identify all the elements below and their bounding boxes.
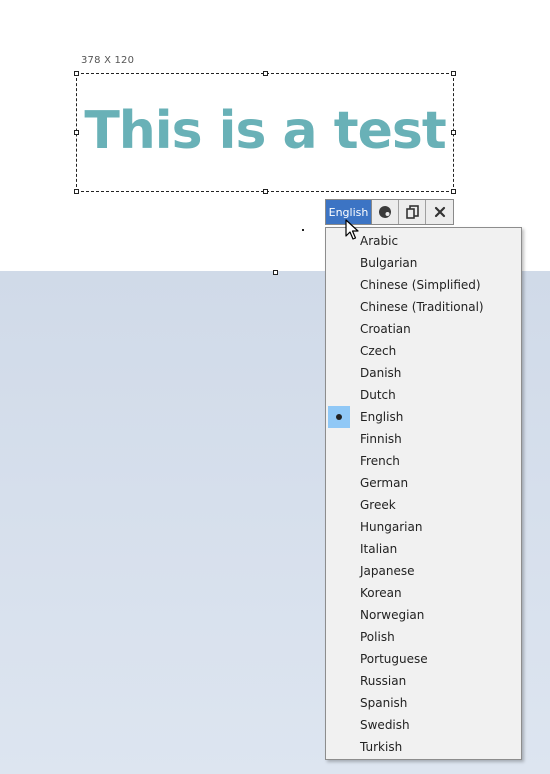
language-label: Japanese [360,564,415,578]
selection-indicator [328,384,350,406]
resize-handle-top-right[interactable] [451,71,456,76]
language-label: Russian [360,674,407,688]
selection-indicator [328,692,350,714]
language-menu-item[interactable]: Czech [326,340,521,362]
language-label: Polish [360,630,395,644]
language-label: Portuguese [360,652,428,666]
language-menu-item[interactable]: Croatian [326,318,521,340]
selection-indicator [328,494,350,516]
language-label: Danish [360,366,402,380]
language-label: Bulgarian [360,256,418,270]
selection-indicator [328,318,350,340]
language-label: Hungarian [360,520,423,534]
language-menu-item[interactable]: Bulgarian [326,252,521,274]
language-label: Croatian [360,322,411,336]
language-menu-item[interactable]: Japanese [326,560,521,582]
selection-indicator [328,736,350,758]
language-menu-item[interactable]: Danish [326,362,521,384]
language-menu-item[interactable]: Turkish [326,736,521,758]
language-label: Finnish [360,432,402,446]
language-label: English [360,410,404,424]
language-label: German [360,476,409,490]
resize-handle-bottom-right[interactable] [451,189,456,194]
selection-indicator [328,582,350,604]
language-label: Italian [360,542,398,556]
language-label: Spanish [360,696,408,710]
resize-handle-bottom-left[interactable] [74,189,79,194]
text-element[interactable]: This is a test [76,96,454,166]
language-label: Dutch [360,388,396,402]
language-menu-item[interactable]: German [326,472,521,494]
bullet-icon [336,414,342,420]
palette-icon [379,206,391,218]
language-label: Chinese (Traditional) [360,300,484,314]
language-menu-item[interactable]: Spanish [326,692,521,714]
language-label: Arabic [360,234,399,248]
canvas-resize-handle[interactable] [273,270,278,275]
language-menu-item[interactable]: Portuguese [326,648,521,670]
language-menu-item[interactable]: English [326,406,521,428]
selection-indicator [328,714,350,736]
selection-indicator [328,538,350,560]
language-menu-item[interactable]: Norwegian [326,604,521,626]
language-label: French [360,454,400,468]
language-menu-item[interactable]: Polish [326,626,521,648]
selection-indicator [328,252,350,274]
language-label: Greek [360,498,396,512]
copy-icon [405,205,419,219]
language-menu-item[interactable]: Swedish [326,714,521,736]
selection-indicator [328,450,350,472]
language-label: Turkish [360,740,403,754]
selection-indicator [328,340,350,362]
language-menu-item[interactable]: French [326,450,521,472]
language-label: Korean [360,586,402,600]
language-label: Czech [360,344,397,358]
resize-handle-top[interactable] [263,71,268,76]
language-menu-item[interactable]: Dutch [326,384,521,406]
language-label: Chinese (Simplified) [360,278,481,292]
language-label: Swedish [360,718,410,732]
language-menu-item[interactable]: Italian [326,538,521,560]
selection-indicator [328,296,350,318]
language-dropdown-menu: Arabic Bulgarian Chinese (Simplified) Chine… [325,227,522,760]
duplicate-button[interactable] [399,200,426,224]
language-menu-item[interactable]: Greek [326,494,521,516]
language-menu-item[interactable]: Chinese (Simplified) [326,274,521,296]
anchor-dot [302,229,304,231]
resize-handle-bottom[interactable] [263,189,268,194]
language-menu-item[interactable]: Hungarian [326,516,521,538]
delete-button[interactable] [426,200,453,224]
size-label: 378 X 120 [81,55,135,66]
language-label: Norwegian [360,608,425,622]
selection-indicator [328,362,350,384]
selection-indicator [328,560,350,582]
selection-indicator [328,516,350,538]
language-menu-item[interactable]: Chinese (Traditional) [326,296,521,318]
selection-indicator [328,406,350,428]
selection-indicator [328,670,350,692]
selection-indicator [328,274,350,296]
resize-handle-top-left[interactable] [74,71,79,76]
selection-indicator [328,472,350,494]
language-menu-item[interactable]: Korean [326,582,521,604]
selection-indicator [328,428,350,450]
mouse-cursor-icon [345,219,359,240]
language-menu-item[interactable]: Finnish [326,428,521,450]
language-menu-item[interactable]: Russian [326,670,521,692]
selection-indicator [328,648,350,670]
close-icon [434,206,445,218]
selection-indicator [328,604,350,626]
color-button[interactable] [372,200,399,224]
selection-indicator [328,626,350,648]
